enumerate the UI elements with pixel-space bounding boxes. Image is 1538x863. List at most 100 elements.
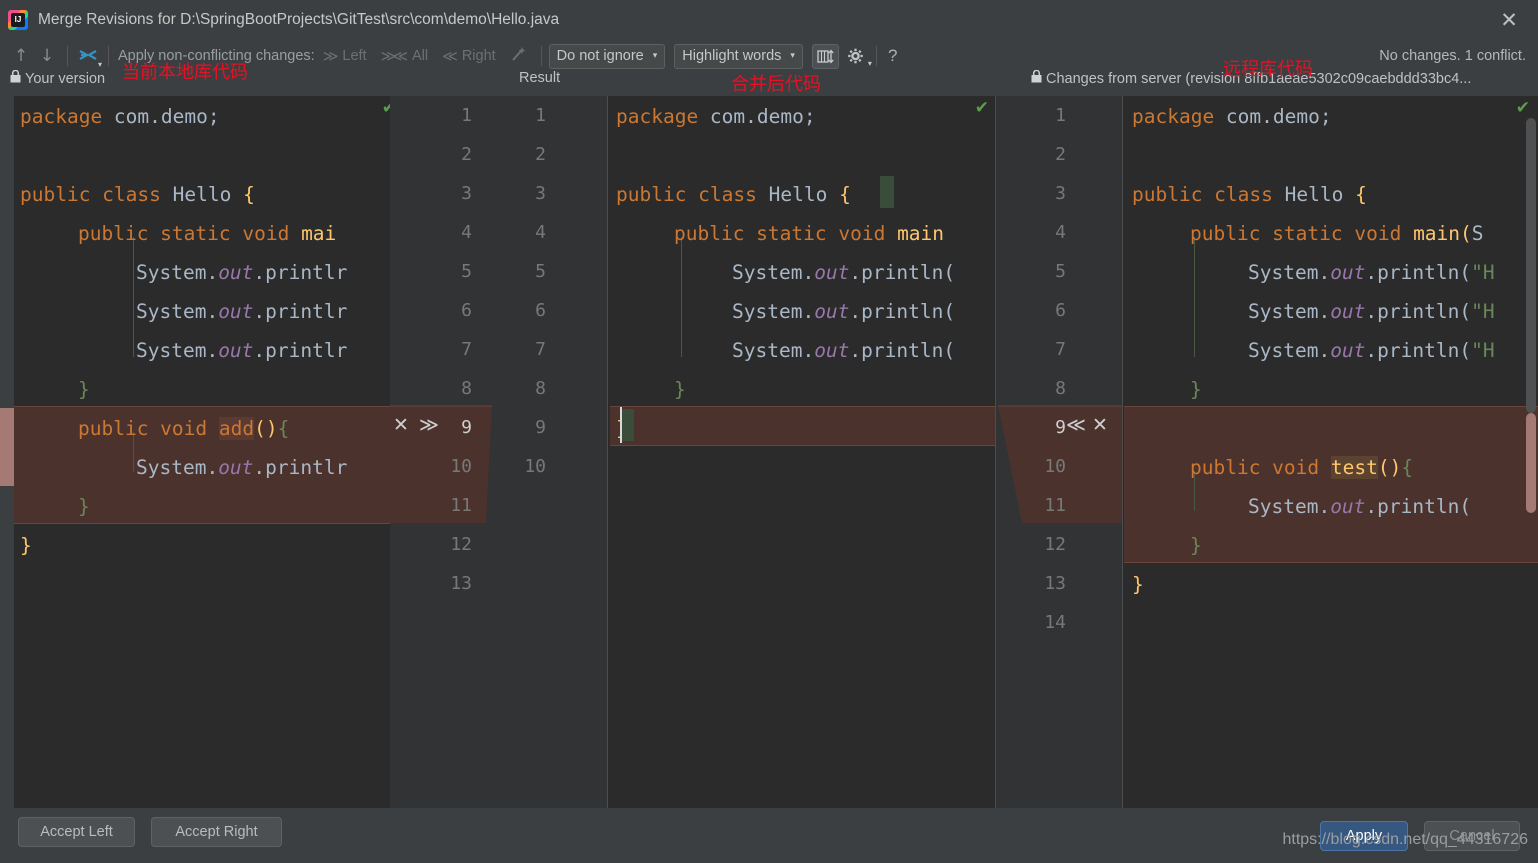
code-token: add	[218, 417, 255, 440]
left-conflict-shape	[390, 405, 492, 523]
code-token: .println(	[1365, 495, 1472, 518]
magic-wand-glyph	[511, 47, 526, 61]
code-token: H	[1482, 261, 1495, 284]
code-token: out	[218, 300, 254, 323]
toolbar-separator-2	[108, 46, 109, 66]
line-number: 3	[1055, 183, 1066, 204]
result-conflict-border-top	[610, 406, 995, 407]
result-conflict-highlight	[610, 406, 995, 445]
code-token: System.	[732, 300, 815, 323]
code-line: }	[1190, 526, 1202, 565]
code-token: com.demo;	[113, 105, 220, 128]
apply-right-label: Right	[461, 48, 496, 64]
left-editor-pane[interactable]: package com.demo; public class Hello {pub…	[14, 96, 390, 808]
code-token: public static void	[1190, 222, 1414, 245]
no-errors-check-icon: ✔	[974, 98, 989, 118]
code-token: System.	[136, 456, 219, 479]
chevron-down-icon: ▾	[652, 51, 658, 61]
ignore-policy-select[interactable]: Do not ignore ▾	[548, 43, 666, 69]
code-token: package	[20, 105, 114, 128]
help-icon[interactable]: ?	[888, 46, 897, 66]
line-number: 8	[1055, 378, 1066, 399]
code-token: .printlr	[253, 261, 348, 284]
apply-right-button[interactable]: ≪ Right	[442, 47, 496, 65]
code-token: Hello	[768, 183, 840, 206]
code-token: }	[78, 378, 90, 401]
code-line: }	[20, 526, 32, 565]
highlight-policy-select[interactable]: Highlight words ▾	[674, 43, 803, 69]
code-token: out	[1330, 300, 1366, 323]
right-conflict-border-bottom	[1124, 562, 1538, 563]
settings-gear-button[interactable]: ▾	[843, 44, 872, 69]
code-token: com.demo;	[709, 105, 816, 128]
magic-wand-icon[interactable]	[510, 45, 528, 67]
code-token: main	[897, 222, 945, 245]
line-number: 5	[461, 261, 472, 282]
chevron-down-icon: ▾	[790, 51, 795, 61]
line-number: 8	[461, 378, 472, 399]
code-token: package	[616, 105, 710, 128]
line-number: 3	[535, 183, 546, 204]
apply-left-button[interactable]: ≫ Left	[323, 47, 367, 65]
line-number: 1	[1055, 105, 1066, 126]
code-line: public static void mai	[78, 214, 336, 253]
line-number: 6	[1055, 300, 1066, 321]
code-token: mai	[301, 222, 337, 245]
left-conflict-marker[interactable]	[0, 408, 14, 486]
code-token: .println(	[1365, 300, 1472, 323]
code-token: public static void	[674, 222, 898, 245]
accept-left-button[interactable]: Accept Left	[18, 817, 135, 847]
line-number: 13	[450, 573, 472, 594]
code-token: main(	[1413, 222, 1472, 245]
code-token: {	[839, 183, 851, 206]
right-vscrollbar[interactable]	[1526, 118, 1536, 413]
previous-difference-icon[interactable]: ↑	[8, 43, 34, 69]
apply-all-button[interactable]: ≫≪ All	[381, 47, 429, 65]
apply-arrows-icon	[79, 50, 97, 60]
code-token: System.	[1248, 339, 1331, 362]
center-pane-title: Result	[519, 70, 561, 86]
result-editor-pane[interactable]: package com.demo; public class Hello { pub…	[610, 96, 995, 808]
close-icon[interactable]: ✕	[1494, 6, 1524, 34]
code-token: public void	[78, 417, 219, 440]
code-line: public static void main(S	[1190, 214, 1484, 253]
code-line: System.out.println(	[1248, 487, 1471, 526]
revert-conflict-icon[interactable]: ✕	[1092, 406, 1108, 445]
code-token: .println(	[849, 339, 956, 362]
line-number: 10	[450, 456, 472, 477]
apply-left-label: Left	[342, 48, 367, 64]
code-token: .printlr	[253, 339, 348, 362]
left-conflict-border-top	[14, 406, 390, 407]
line-number: 7	[461, 339, 472, 360]
next-difference-icon[interactable]: ↓	[34, 43, 60, 69]
code-token: out	[1330, 261, 1366, 284]
code-line: System.out.println(	[732, 253, 955, 292]
apply-left-to-result-icon[interactable]: ≫	[419, 406, 439, 445]
text-caret	[620, 407, 622, 443]
code-line: public class Hello {	[1132, 175, 1367, 214]
code-token: H	[1482, 339, 1495, 362]
line-number: 10	[524, 456, 546, 477]
apply-right-to-result-icon[interactable]: ≪	[1066, 406, 1086, 445]
toolbar-separator-3	[540, 46, 542, 66]
line-number: 3	[461, 183, 472, 204]
caret-brace-highlight	[620, 409, 634, 441]
code-token: S	[1471, 222, 1484, 245]
right-vscrollbar-conflict[interactable]	[1526, 413, 1536, 513]
indent-guide	[1194, 237, 1195, 357]
indent-guide	[681, 237, 682, 357]
collapse-unchanged-toggle[interactable]	[811, 43, 839, 69]
right-editor-pane[interactable]: package com.demo; public class Hello {pub…	[1124, 96, 1538, 808]
accept-right-button[interactable]: Accept Right	[151, 817, 282, 847]
chevron-down-icon: ▾	[97, 60, 102, 69]
apply-non-conflicting-icon[interactable]: ▾	[75, 43, 102, 69]
line-number: 4	[535, 222, 546, 243]
code-token: out	[218, 456, 254, 479]
code-token: public class	[616, 183, 769, 206]
revert-conflict-icon[interactable]: ✕	[393, 406, 409, 445]
right-gutter[interactable]: 1 2 3 4 5 6 7 8 9 10 11 12 13 14 ≪ ✕	[996, 96, 1122, 808]
code-token: {	[1401, 456, 1414, 479]
left-gutter[interactable]: 1 2 3 4 5 6 7 8 9 10 11 12 13 1 2 3 4 5 6 7 8 9 10 ✕ ≫	[390, 96, 608, 808]
left-marker-strip[interactable]	[0, 96, 14, 808]
code-line: }	[78, 370, 90, 409]
